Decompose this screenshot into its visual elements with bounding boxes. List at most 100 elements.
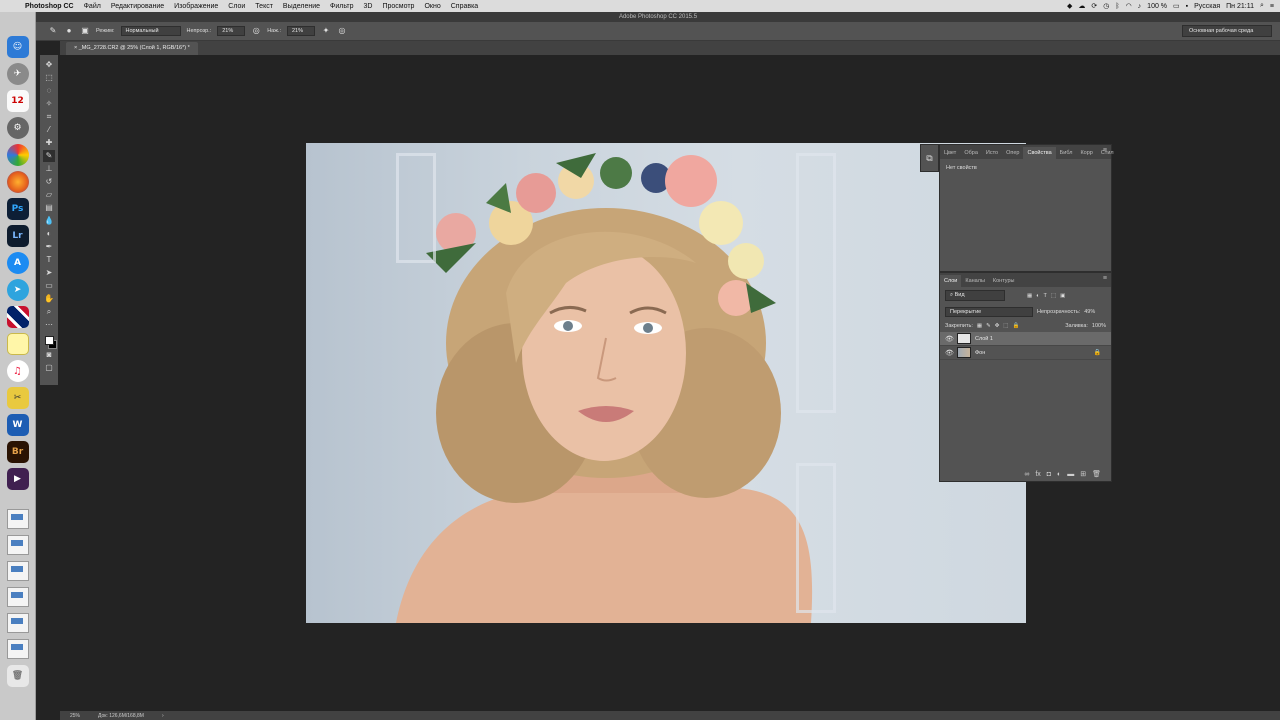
fill-value[interactable]: 100% — [1092, 323, 1106, 329]
tab-actions[interactable]: Опер — [1002, 147, 1023, 159]
lock-artboard-icon[interactable]: ⬚ — [1003, 323, 1008, 329]
panel-menu-icon[interactable]: ≡ — [1103, 147, 1107, 154]
dodge-tool-icon[interactable]: ◐ — [43, 228, 55, 240]
hand-tool-icon[interactable]: ✋ — [43, 293, 55, 305]
bridge-icon[interactable]: Br — [6, 441, 29, 463]
dropbox-icon[interactable]: ◆ — [1067, 2, 1072, 10]
tab-color[interactable]: Цвет — [940, 147, 960, 159]
lock-pixels-icon[interactable]: ✎ — [986, 323, 991, 329]
bluetooth-icon[interactable]: ᛒ — [1115, 3, 1119, 10]
quick-select-tool-icon[interactable]: ✧ — [43, 98, 55, 110]
pressure-size-icon[interactable]: ◎ — [337, 26, 347, 36]
firefox-icon[interactable] — [6, 171, 29, 193]
airbrush-icon[interactable]: ✦ — [321, 26, 331, 36]
clock[interactable]: Пн 21:11 — [1226, 3, 1254, 10]
menu-window[interactable]: Окно — [419, 3, 445, 10]
foreground-color-swatch[interactable] — [44, 336, 54, 345]
layer-row-background[interactable]: 👁 Фон 🔒 — [940, 346, 1111, 360]
wifi-icon[interactable]: ◠ — [1126, 2, 1132, 10]
move-tool-icon[interactable]: ✥ — [43, 59, 55, 71]
brush-panel-icon[interactable]: ▣ — [80, 26, 90, 36]
notes-icon[interactable] — [6, 333, 29, 355]
filter-adjust-icon[interactable]: ◐ — [1036, 293, 1039, 299]
system-preferences-icon[interactable]: ⚙ — [6, 117, 29, 139]
lock-position-icon[interactable]: ✥ — [995, 323, 1000, 329]
volume-icon[interactable]: ♪ — [1138, 3, 1142, 10]
tab-layers[interactable]: Слои — [940, 275, 962, 287]
history-brush-tool-icon[interactable]: ↺ — [43, 176, 55, 188]
menu-layers[interactable]: Слои — [223, 3, 250, 10]
quick-mask-icon[interactable]: ◙ — [43, 349, 55, 361]
menu-view[interactable]: Просмотр — [377, 3, 419, 10]
blur-tool-icon[interactable]: 💧 — [43, 215, 55, 227]
lasso-tool-icon[interactable]: ◌ — [43, 85, 55, 97]
rectangle-tool-icon[interactable]: ▭ — [43, 280, 55, 292]
visibility-eye-icon[interactable]: 👁 — [945, 335, 954, 343]
crop-tool-icon[interactable]: ⌗ — [43, 111, 55, 123]
finder-icon[interactable]: ☺ — [6, 36, 29, 58]
tab-adjustments[interactable]: Корр — [1076, 147, 1096, 159]
menu-help[interactable]: Справка — [446, 3, 483, 10]
layer-opacity-value[interactable]: 49% — [1084, 309, 1095, 315]
tab-styles[interactable]: Стил — [1097, 147, 1118, 159]
menu-3d[interactable]: 3D — [359, 3, 378, 10]
launchpad-icon[interactable]: ✈ — [6, 63, 29, 85]
menu-select[interactable]: Выделение — [278, 3, 325, 10]
input-language[interactable]: Русская — [1194, 3, 1220, 10]
flag-app-icon[interactable] — [6, 306, 29, 328]
menu-edit[interactable]: Редактирование — [106, 3, 169, 10]
tab-paths[interactable]: Контуры — [989, 275, 1019, 287]
gradient-tool-icon[interactable]: ▤ — [43, 202, 55, 214]
zoom-tool-icon[interactable]: ⌕ — [43, 306, 55, 318]
itunes-icon[interactable]: ♫ — [6, 360, 29, 382]
collapsed-panel-icons[interactable]: ⧉ — [920, 144, 939, 172]
filter-smart-icon[interactable]: ▣ — [1060, 293, 1065, 299]
document-info[interactable]: Док: 126,6M/168,8M — [98, 713, 144, 719]
new-adjustment-icon[interactable]: ◐ — [1057, 471, 1061, 478]
layers-menu-icon[interactable]: ≡ — [1103, 275, 1107, 282]
lightroom-icon[interactable]: Lr — [6, 225, 29, 247]
eraser-tool-icon[interactable]: ▱ — [43, 189, 55, 201]
marquee-tool-icon[interactable]: ⬚ — [43, 72, 55, 84]
document-tab[interactable]: × _MG_2728.CR2 @ 25% (Слой 1, RGB/16*) * — [66, 42, 198, 55]
layer-row-1[interactable]: 👁 Слой 1 — [940, 332, 1111, 346]
tab-libraries[interactable]: Библ — [1056, 147, 1077, 159]
more-tools-icon[interactable]: ⋯ — [43, 319, 55, 331]
screen-mode-icon[interactable]: ▢ — [43, 362, 55, 374]
zoom-level[interactable]: 25% — [70, 713, 80, 719]
chrome-icon[interactable] — [6, 144, 29, 166]
pen-tool-icon[interactable]: ✒ — [43, 241, 55, 253]
dock-document-4[interactable] — [6, 587, 29, 607]
search-icon[interactable]: ⌕ — [1260, 2, 1264, 10]
link-layers-icon[interactable]: ∞ — [1024, 471, 1029, 478]
menu-text[interactable]: Текст — [250, 3, 278, 10]
brush-preset-icon[interactable]: ● — [64, 26, 74, 36]
dock-document-6[interactable] — [6, 639, 29, 659]
clone-stamp-tool-icon[interactable]: ⊥ — [43, 163, 55, 175]
opacity-field[interactable]: 21% — [217, 26, 246, 36]
status-arrow-icon[interactable]: › — [162, 713, 164, 719]
filter-shape-icon[interactable]: ⬚ — [1051, 293, 1056, 299]
word-icon[interactable]: W — [6, 414, 29, 436]
filter-type-icon[interactable]: T — [1044, 293, 1047, 299]
cloud-icon[interactable]: ☁ — [1078, 2, 1085, 10]
tab-properties[interactable]: Свойства — [1023, 147, 1056, 159]
mode-select[interactable]: Нормальный — [120, 26, 181, 36]
battery-text[interactable]: 100 % — [1147, 3, 1167, 10]
tab-history[interactable]: Исто — [982, 147, 1002, 159]
notifications-icon[interactable]: ≡ — [1270, 3, 1274, 10]
brush-tool-active-icon[interactable]: ✎ — [43, 150, 55, 162]
dock-document-1[interactable] — [6, 509, 29, 529]
workspace-select[interactable]: Основная рабочая среда — [1182, 25, 1272, 37]
menu-image[interactable]: Изображение — [169, 3, 223, 10]
flag-icon[interactable]: ▪ — [1186, 3, 1188, 10]
scissors-app-icon[interactable]: ✂ — [6, 387, 29, 409]
filter-pixel-icon[interactable]: ▦ — [1027, 293, 1032, 299]
dock-document-5[interactable] — [6, 613, 29, 633]
sync-icon[interactable]: ⟳ — [1091, 2, 1097, 10]
add-mask-icon[interactable]: ◘ — [1047, 471, 1051, 478]
layer-name-1[interactable]: Слой 1 — [975, 336, 993, 342]
brush-tool-icon[interactable]: ✎ — [48, 26, 58, 36]
type-tool-icon[interactable]: T — [43, 254, 55, 266]
calendar-icon[interactable]: 12 — [6, 90, 29, 112]
